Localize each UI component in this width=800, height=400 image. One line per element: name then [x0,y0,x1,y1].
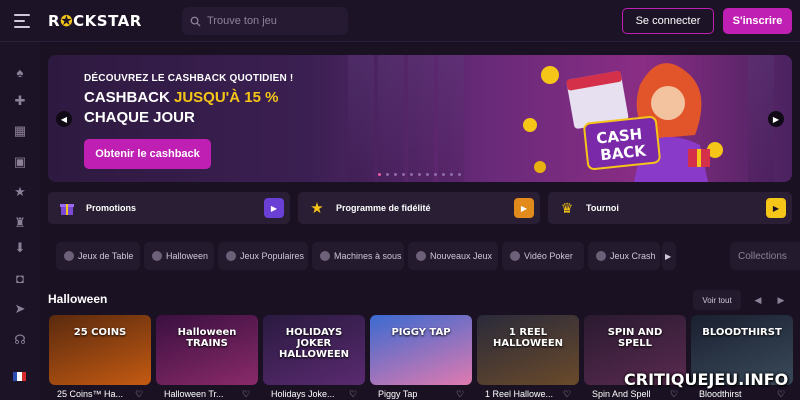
watermark: CRITIQUEJEU.INFO [624,370,789,389]
game-tile[interactable]: PIGGY TAP [370,315,472,385]
game-art-title: Halloween TRAINS [177,327,237,349]
categories-next-arrow[interactable]: ▶ [662,242,676,270]
carousel-dots [378,173,461,176]
chip-icon[interactable]: ◘ [12,270,28,286]
game-art-title: 1 REEL HALLOWEEN [492,327,564,349]
new-icon [416,251,426,261]
category-popular[interactable]: Jeux Populaires [218,242,308,270]
promotions-card[interactable]: Promotions ▶ [48,192,290,224]
favorite-heart-icon[interactable]: ♡ [242,389,250,400]
hero-title: CASHBACK JUSQU'À 15 % [84,89,279,106]
hero-title-line2: CHAQUE JOUR [84,109,195,126]
game-name[interactable]: Bloodthirst [699,389,779,399]
hero-subtitle: DÉCOUVREZ LE CASHBACK QUOTIDIEN ! [84,73,294,84]
menu-icon[interactable] [14,14,30,28]
game-tile[interactable]: Halloween TRAINS [156,315,258,385]
game-art-title: BLOODTHIRST [702,327,782,338]
search-box[interactable] [182,7,348,35]
section-title: Halloween [48,292,108,306]
game-tile[interactable]: 25 COINS [49,315,151,385]
slot-icon [320,251,330,261]
flag-fr-icon[interactable] [13,372,26,381]
category-table-games[interactable]: Jeux de Table [56,242,140,270]
see-all-button[interactable]: Voir tout [693,290,741,310]
cashback-illustration: CASH BACK [523,63,723,182]
lightning-icon [596,251,606,261]
category-bar: Jeux de Table Halloween Jeux Populaires … [48,242,800,270]
favorite-heart-icon[interactable]: ♡ [135,389,143,400]
puzzle-icon[interactable]: ✚ [12,93,28,109]
download-icon[interactable]: ⬇ [12,240,28,256]
game-name[interactable]: Halloween Tr... [164,389,244,399]
favorite-heart-icon[interactable]: ♡ [563,389,571,400]
tournament-card[interactable]: ♛ Tournoi ▶ [548,192,792,224]
sidebar: ♠ ✚ ▦ ▣ ★ ♜ ⬇ ◘ ➤ ☊ [0,42,40,400]
game-tile[interactable]: 1 REEL HALLOWEEN [477,315,579,385]
category-crash[interactable]: Jeux Crash [588,242,660,270]
trophy-icon[interactable]: ♜ [12,215,28,231]
game-art-title: 25 COINS [73,327,127,338]
game-tile[interactable]: HOLIDAYS JOKER HALLOWEEN [263,315,365,385]
category-slots[interactable]: Machines à sous [312,242,404,270]
game-name[interactable]: Holidays Joke... [271,389,351,399]
poker-icon[interactable]: ♠ [12,64,28,80]
loyalty-arrow-button[interactable]: ▶ [514,198,534,218]
game-name[interactable]: 25 Coins™ Ha... [57,389,137,399]
search-input[interactable] [207,15,337,27]
game-art-title: PIGGY TAP [391,327,451,338]
tournament-arrow-button[interactable]: ▶ [766,198,786,218]
game-name[interactable]: Piggy Tap [378,389,458,399]
headset-icon[interactable]: ☊ [12,332,28,348]
logo[interactable]: R✪CKSTAR [48,12,142,30]
cards-icon [64,251,74,261]
section-prev-arrow[interactable]: ◀ [749,290,767,310]
star-icon[interactable]: ★ [12,184,28,200]
category-halloween[interactable]: Halloween [144,242,214,270]
favorite-heart-icon[interactable]: ♡ [349,389,357,400]
loyalty-card[interactable]: ★ Programme de fidélité ▶ [298,192,540,224]
star-icon: ★ [310,200,324,217]
top-bar: R✪CKSTAR Se connecter S'inscrire [0,0,800,42]
pumpkin-icon [152,251,162,261]
game-name[interactable]: Spin And Spell [592,389,672,399]
grid-icon[interactable]: ▦ [12,123,28,139]
poker-chip-icon [510,251,520,261]
trophy-icon: ♛ [560,199,574,216]
hero-next-arrow[interactable]: ▶ [768,111,784,127]
category-video-poker[interactable]: Vidéo Poker [502,242,584,270]
game-art-title: SPIN AND SPELL [607,327,663,349]
fire-icon [226,251,236,261]
favorite-heart-icon[interactable]: ♡ [456,389,464,400]
gift-icon [58,199,76,217]
logo-star-icon: ✪ [60,12,74,30]
gift-icon[interactable]: ▣ [12,154,28,170]
category-new[interactable]: Nouveaux Jeux [408,242,498,270]
signup-button[interactable]: S'inscrire [723,8,792,34]
cashback-button[interactable]: Obtenir le cashback [84,139,211,169]
login-button[interactable]: Se connecter [622,8,714,34]
game-art-title: HOLIDAYS JOKER HALLOWEEN [278,327,350,360]
favorite-heart-icon[interactable]: ♡ [777,389,785,400]
favorite-heart-icon[interactable]: ♡ [670,389,678,400]
section-next-arrow[interactable]: ▶ [772,290,790,310]
telegram-icon[interactable]: ➤ [12,301,28,317]
search-icon [190,16,201,27]
promotions-arrow-button[interactable]: ▶ [264,198,284,218]
collections-select[interactable]: Collections▾ [730,242,800,270]
game-name[interactable]: 1 Reel Hallowe... [485,389,565,399]
hero-prev-arrow[interactable]: ◀ [56,111,72,127]
hero-banner: ◀ DÉCOUVREZ LE CASHBACK QUOTIDIEN ! CASH… [48,55,792,182]
